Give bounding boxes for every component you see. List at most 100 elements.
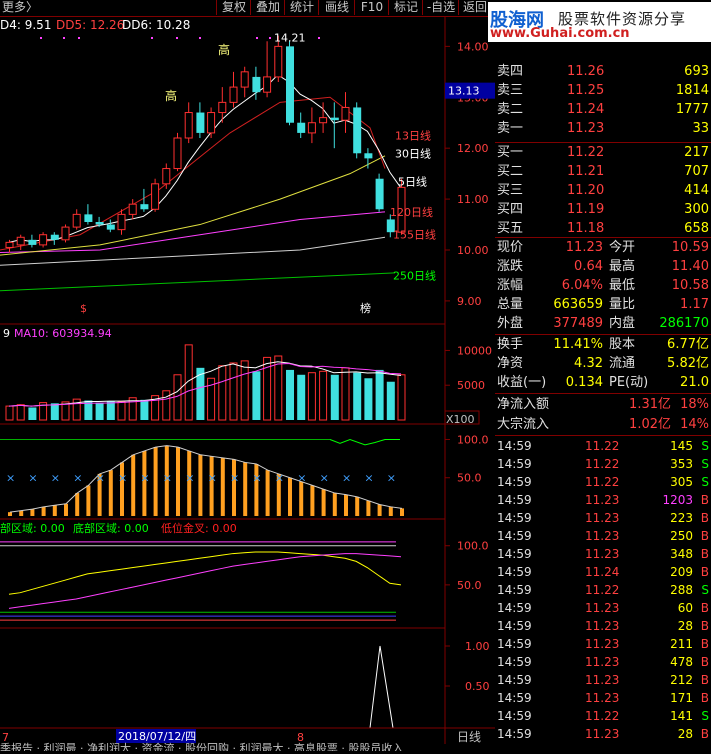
tick-time: 14:59 — [497, 529, 532, 543]
candle-body-27 — [307, 122, 316, 134]
stat-value-b: 11.40 — [671, 259, 709, 274]
candle-body-5 — [61, 226, 70, 241]
tick-price: 11.22 — [585, 709, 620, 723]
p3-bar-31 — [355, 496, 360, 516]
top-dot-1 — [63, 37, 65, 39]
tick-side: S — [701, 475, 709, 489]
p3-bar-11 — [131, 454, 136, 516]
buy-label: 买五 — [497, 221, 524, 236]
sell-price: 11.25 — [567, 83, 605, 98]
candle-body-9 — [106, 224, 115, 230]
vol-bar-12 — [140, 399, 149, 420]
toolbar-button-2[interactable]: 统计 — [284, 0, 319, 15]
chart-canvas[interactable]: D4: 9.51 DD5: 12.26DD6: 10.28 9.00 10.00 11.… — [0, 16, 495, 754]
p3-x-mark-28: × — [320, 472, 329, 485]
toolbar-button-5[interactable]: 标记 — [388, 0, 423, 15]
p3-green-spike — [329, 438, 400, 446]
more-menu[interactable]: 更多〉 — [2, 0, 38, 15]
ma-header-2: DD6: 10.28 — [122, 18, 190, 32]
flow-row-0: 净流入额 1.31亿 18% — [495, 395, 711, 414]
buy-row-0: 买一 11.22 217 — [495, 143, 711, 162]
p3-bar-25 — [288, 477, 292, 516]
toolbar-button-1[interactable]: 叠加 — [250, 0, 285, 15]
tick-side: S — [701, 583, 709, 597]
candle-body-24 — [274, 45, 283, 78]
candle-body-15 — [173, 137, 182, 170]
tick-time: 14:59 — [497, 619, 532, 633]
flow-row-1: 大宗流入 1.02亿 14% — [495, 415, 711, 434]
p3-tick-label-0: 100.0 — [457, 433, 489, 446]
p3-bar-4 — [52, 505, 57, 516]
stat-row-0: 现价 11.23 今开 10.59 — [495, 238, 711, 257]
vol-bar-8 — [95, 402, 104, 420]
stat2-value-a: 4.32 — [574, 356, 603, 371]
vol-bar-26 — [297, 374, 306, 420]
p3-bar-17 — [198, 454, 203, 516]
tick-row: 14:59 11.23 348 B — [495, 545, 711, 563]
stat-value-b: 286170 — [659, 316, 709, 331]
p3-bar-1 — [19, 510, 24, 516]
candle-body-6 — [72, 213, 81, 228]
toolbar-button-7[interactable]: 返回 — [458, 0, 491, 15]
tick-price: 11.24 — [585, 565, 620, 579]
candle-body-28 — [319, 117, 328, 124]
p3-bar-3 — [41, 506, 46, 516]
tick-time: 14:59 — [497, 709, 532, 723]
vol-bar-24 — [274, 355, 283, 421]
p3-bar-21 — [243, 462, 248, 516]
tick-volume: 1203 — [662, 493, 693, 507]
logo-url: www.Guhai.com.cn — [490, 26, 630, 41]
tick-price: 11.23 — [585, 637, 620, 651]
p3-x-mark-14: × — [163, 472, 172, 485]
quote-panel: 卖四 11.26 693 卖三 11.25 1814 卖二 11.24 1777 卖一 11.23 3… — [495, 0, 711, 751]
buy-row-4: 买五 11.18 658 — [495, 219, 711, 238]
site-watermark-logo: 股海网 股票软件资源分享 www.Guhai.com.cn — [488, 2, 711, 42]
vol-bar-25 — [286, 369, 294, 420]
tick-volume: 348 — [670, 547, 693, 561]
candle-body-1 — [16, 236, 25, 246]
p4-series-0 — [8, 551, 402, 595]
sell-label: 卖四 — [497, 64, 524, 79]
toolbar-button-6[interactable]: -自选 — [422, 0, 459, 15]
p3-bar-7 — [86, 485, 91, 516]
p3-bar-35 — [400, 508, 404, 516]
tick-side: B — [700, 691, 709, 705]
stat-value-b: 10.59 — [671, 240, 709, 255]
stat-value-a: 377489 — [553, 316, 603, 331]
vol-ma10-label: MA10: 603934.94 — [14, 327, 112, 340]
candle-body-12 — [140, 204, 149, 210]
candle-body-7 — [84, 214, 93, 222]
tick-side: B — [700, 673, 709, 687]
stat2-label-a: 净资 — [497, 356, 524, 371]
sell-volume: 693 — [684, 64, 709, 79]
kline-chart-area[interactable]: D4: 9.51 DD5: 12.26 DD6: 10.28 9.00 10.00 11.… — [0, 16, 495, 754]
toolbar-button-0[interactable]: 复权 — [216, 0, 251, 15]
tick-volume: 28 — [677, 619, 693, 633]
tick-price: 11.23 — [585, 511, 620, 525]
candle-body-29 — [330, 117, 339, 121]
tick-side: S — [701, 457, 709, 471]
buy-label: 买四 — [497, 202, 524, 217]
tick-price: 11.22 — [585, 457, 620, 471]
tick-time: 14:59 — [497, 691, 532, 705]
vol-bar-14 — [162, 390, 171, 421]
candle-body-11 — [128, 203, 137, 215]
p3-bar-20 — [232, 459, 236, 516]
toolbar-button-3[interactable]: 画线 — [318, 0, 355, 15]
p3-x-mark-10: × — [118, 472, 127, 485]
tick-volume: 353 — [670, 457, 693, 471]
vol-tick-label-0: 10000 — [457, 344, 492, 357]
stat-label-b: 最高 — [609, 259, 636, 274]
tick-time: 14:59 — [497, 655, 532, 669]
stat-label-a: 总量 — [497, 297, 524, 312]
tick-price: 11.23 — [585, 601, 620, 615]
tick-volume: 250 — [670, 529, 693, 543]
top-dot-2 — [78, 37, 80, 39]
stat-value-b: 1.17 — [680, 297, 709, 312]
vol-bar-35 — [397, 374, 406, 421]
ma30-line — [0, 155, 386, 256]
toolbar-button-4[interactable]: F10 — [354, 0, 389, 15]
tick-side: B — [700, 637, 709, 651]
candle-body-30 — [341, 106, 350, 121]
tick-price: 11.23 — [585, 493, 620, 507]
